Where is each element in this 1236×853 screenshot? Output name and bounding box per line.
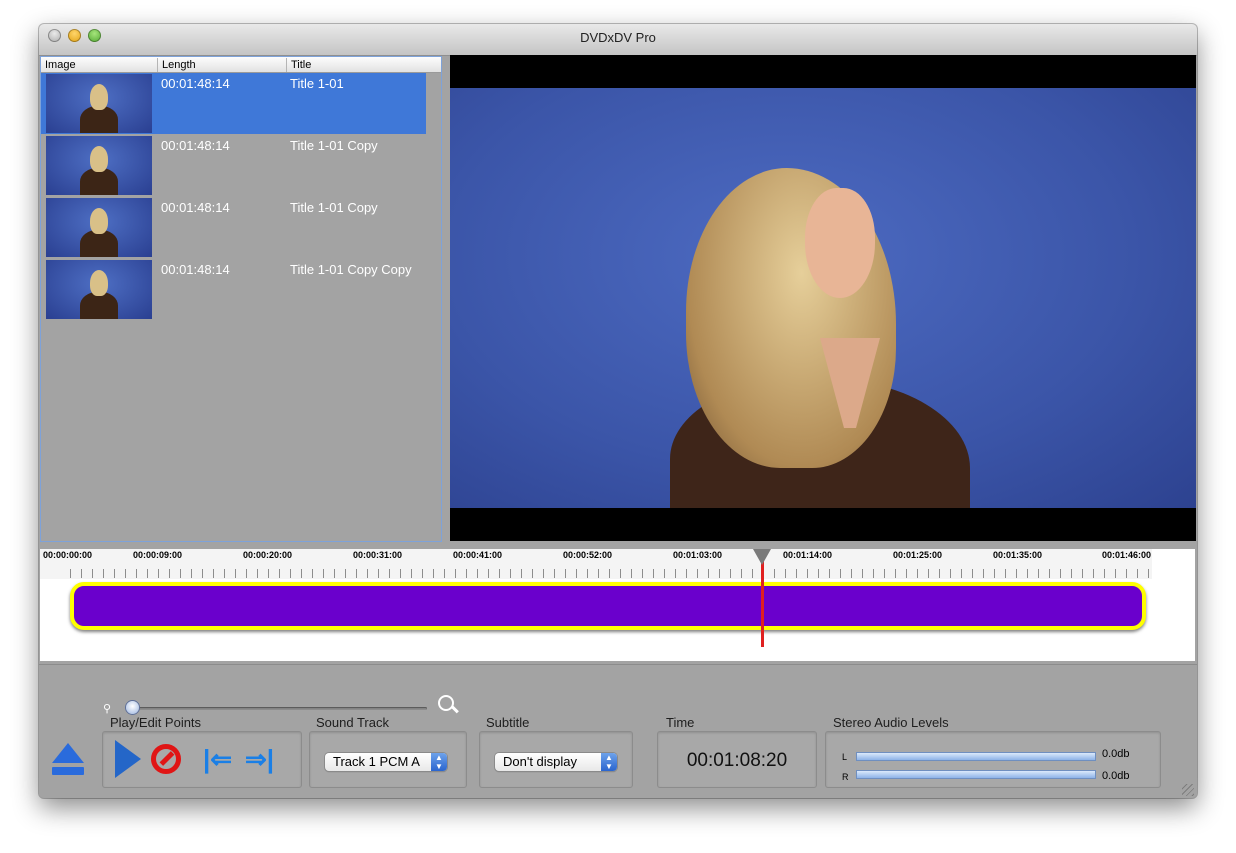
timecode-label: 00:00:00:00 <box>43 550 93 560</box>
right-channel-label: R <box>842 772 849 782</box>
subtitle-value: Don't display <box>503 754 578 769</box>
table-row[interactable]: 00:01:48:14 Title 1-01 Copy Copy <box>41 258 426 320</box>
timecode-label: 00:00:31:00 <box>353 550 403 560</box>
title-table-body: 00:01:48:14 Title 1-01 00:01:48:14 Title… <box>41 57 427 527</box>
audio-levels-group: L 0.0db R 0.0db <box>825 731 1161 788</box>
mark-in-icon[interactable]: |⇐ <box>203 744 239 776</box>
timecode-label: 00:01:03:00 <box>673 550 723 560</box>
timecode-label: 00:01:35:00 <box>993 550 1043 560</box>
stereo-audio-levels-label: Stereo Audio Levels <box>833 715 949 730</box>
eject-icon[interactable] <box>52 743 84 777</box>
control-panel: ⚲ Play/Edit Points |⇐ ⇒| Sound Track Tra… <box>39 664 1197 798</box>
stop-icon[interactable] <box>151 744 181 774</box>
timecode-label: 00:00:20:00 <box>243 550 293 560</box>
timeline[interactable]: 00:00:00:00 00:00:09:00 00:00:20:00 00:0… <box>40 549 1195 661</box>
column-header-length[interactable]: Length <box>157 58 286 72</box>
table-row[interactable]: 00:01:48:14 Title 1-01 Copy <box>41 134 426 196</box>
row-length: 00:01:48:14 <box>161 76 230 91</box>
time-label: Time <box>666 715 695 730</box>
zoom-out-icon[interactable]: ⚲ <box>103 702 111 715</box>
row-title: Title 1-01 Copy <box>290 138 378 153</box>
play-edit-points-label: Play/Edit Points <box>110 715 202 730</box>
playhead-handle[interactable] <box>753 549 771 565</box>
subtitle-select[interactable]: Don't display ▲ ▼ <box>495 753 617 771</box>
thumbnail-image <box>46 136 152 195</box>
sound-track-value: Track 1 PCM A <box>333 754 420 769</box>
timecode-label: 00:01:25:00 <box>893 550 943 560</box>
app-window: DVDxDV Pro 00:01:48:14 Title 1-01 00:01:… <box>39 24 1197 798</box>
thumbnail-image <box>46 198 152 257</box>
timecode-label: 00:01:14:00 <box>783 550 833 560</box>
video-preview <box>450 55 1196 541</box>
row-title: Title 1-01 <box>290 76 344 91</box>
window-title: DVDxDV Pro <box>580 30 656 45</box>
right-level-value: 0.0db <box>1102 770 1130 782</box>
timeline-ticks <box>70 569 1150 578</box>
sound-track-group: Track 1 PCM A ▲ ▼ <box>309 731 467 788</box>
playhead-line[interactable] <box>761 559 764 647</box>
time-group: 00:01:08:20 <box>657 731 817 788</box>
column-header-title[interactable]: Title <box>286 58 427 72</box>
zoom-slider[interactable] <box>127 707 427 710</box>
row-title: Title 1-01 Copy Copy <box>290 262 412 277</box>
left-level-meter <box>856 752 1096 761</box>
video-clip-track[interactable] <box>70 582 1146 630</box>
title-table[interactable]: 00:01:48:14 Title 1-01 00:01:48:14 Title… <box>40 56 442 542</box>
sound-track-label: Sound Track <box>316 715 389 730</box>
timeline-ruler[interactable]: 00:00:00:00 00:00:09:00 00:00:20:00 00:0… <box>40 549 1152 579</box>
mark-out-icon[interactable]: ⇒| <box>245 744 281 776</box>
timecode-label: 00:00:52:00 <box>563 550 613 560</box>
row-length: 00:01:48:14 <box>161 138 230 153</box>
table-header: Image Length Title <box>41 57 441 73</box>
popup-arrows-icon: ▲ ▼ <box>431 753 447 771</box>
time-display: 00:01:08:20 <box>686 750 788 771</box>
left-channel-label: L <box>842 752 848 762</box>
resize-grip[interactable] <box>1182 784 1194 796</box>
row-title: Title 1-01 Copy <box>290 200 378 215</box>
title-bar: DVDxDV Pro <box>39 24 1197 56</box>
left-level-value: 0.0db <box>1102 748 1130 760</box>
table-row[interactable]: 00:01:48:14 Title 1-01 <box>41 72 426 134</box>
row-length: 00:01:48:14 <box>161 200 230 215</box>
thumbnail-image <box>46 260 152 319</box>
timecode-label: 00:00:41:00 <box>453 550 503 560</box>
column-header-image[interactable]: Image <box>41 58 157 72</box>
play-edit-points-group: |⇐ ⇒| <box>102 731 302 788</box>
row-length: 00:01:48:14 <box>161 262 230 277</box>
play-icon[interactable] <box>115 740 141 778</box>
right-level-meter <box>856 770 1096 779</box>
timecode-label: 00:01:46:00 <box>1102 550 1152 560</box>
thumbnail-image <box>46 74 152 133</box>
video-frame <box>450 88 1196 508</box>
zoom-slider-knob[interactable] <box>126 701 139 714</box>
timecode-label: 00:00:09:00 <box>133 550 183 560</box>
popup-arrows-icon: ▲ ▼ <box>601 753 617 771</box>
zoom-in-icon[interactable] <box>437 695 459 717</box>
subtitle-group: Don't display ▲ ▼ <box>479 731 633 788</box>
table-row[interactable]: 00:01:48:14 Title 1-01 Copy <box>41 196 426 258</box>
sound-track-select[interactable]: Track 1 PCM A ▲ ▼ <box>325 753 447 771</box>
subtitle-label: Subtitle <box>486 715 530 730</box>
